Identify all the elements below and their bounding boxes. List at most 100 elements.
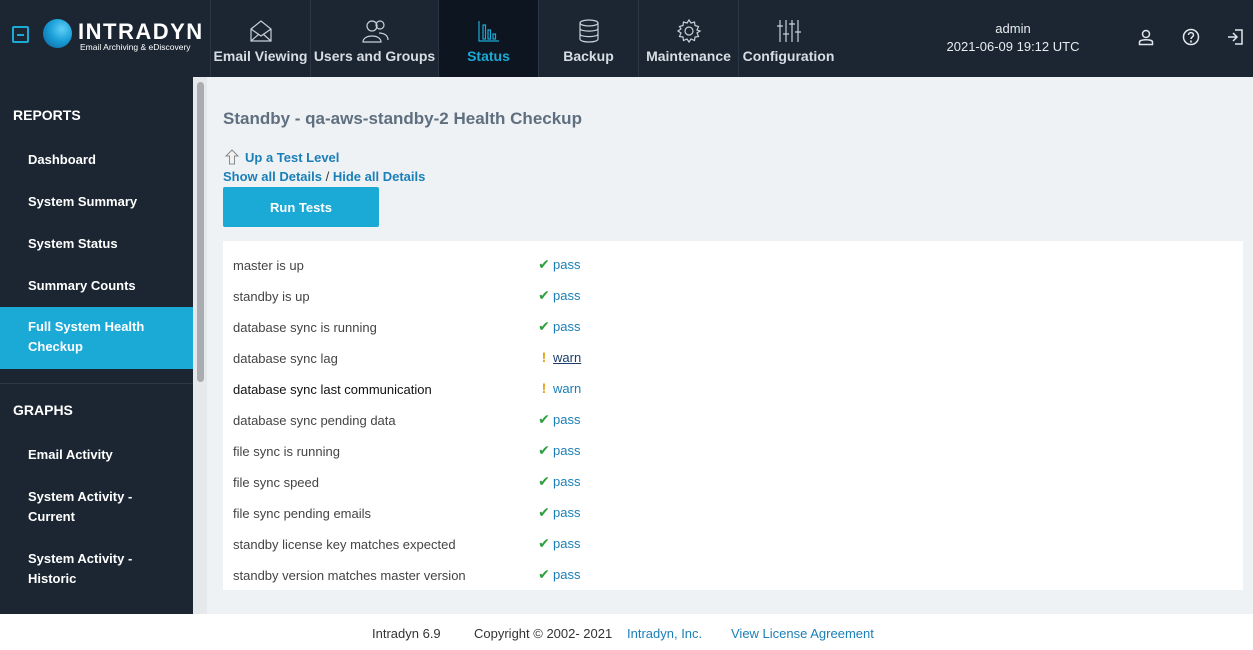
test-name: standby version matches master version	[233, 568, 466, 583]
nav-label: Configuration	[742, 48, 835, 64]
version-text: Intradyn 6.9	[372, 626, 441, 641]
help-icon[interactable]	[1180, 26, 1202, 48]
test-status[interactable]: ! warn	[537, 380, 582, 396]
gear-icon	[674, 17, 704, 45]
test-status[interactable]: ✔ pass	[537, 535, 580, 552]
hide-all-details-link[interactable]: Hide all Details	[333, 169, 425, 184]
checkmark-icon: ✔	[538, 411, 550, 427]
result-row: standby is up ✔ pass	[223, 276, 1243, 307]
warning-icon: !	[541, 380, 547, 396]
envelope-icon	[246, 17, 276, 45]
nav-label: Backup	[563, 48, 614, 64]
status-label: pass	[553, 443, 581, 458]
footer: Intradyn 6.9 Copyright © 2002- 2021 Intr…	[0, 614, 1253, 650]
status-label: pass	[553, 474, 581, 489]
nav-label: Status	[467, 48, 510, 64]
status-label: pass	[553, 319, 581, 334]
checkmark-icon: ✔	[538, 535, 550, 551]
test-name: master is up	[233, 258, 304, 273]
result-row: database sync is running ✔ pass	[223, 307, 1243, 338]
checkmark-icon: ✔	[538, 442, 550, 458]
checkmark-icon: ✔	[538, 504, 550, 520]
result-row: standby version matches master version ✔ p…	[223, 555, 1243, 586]
test-status[interactable]: ✔ pass	[537, 504, 580, 521]
result-row: file sync is running ✔ pass	[223, 431, 1243, 462]
license-agreement-link[interactable]: View License Agreement	[731, 626, 874, 641]
main-nav: Email Viewing Users and Groups Status Ba…	[210, 0, 838, 77]
up-arrow-icon	[223, 148, 241, 166]
status-label: warn	[553, 380, 582, 396]
current-datetime: 2021-06-09 19:12 UTC	[946, 39, 1080, 54]
test-name: file sync speed	[233, 475, 319, 490]
up-link-label: Up a Test Level	[245, 149, 340, 165]
sidebar-item-system-status[interactable]: System Status	[0, 234, 193, 254]
sidebar-item-system-activity-historic[interactable]: System Activity - Historic	[0, 549, 193, 589]
nav-configuration[interactable]: Configuration	[738, 0, 838, 77]
username: admin	[995, 21, 1031, 36]
menu-toggle-icon[interactable]	[12, 26, 29, 43]
nav-email-viewing[interactable]: Email Viewing	[210, 0, 310, 77]
test-status[interactable]: ✔ pass	[537, 411, 580, 428]
reports-heading: REPORTS	[13, 107, 81, 123]
sidebar-item-full-system-health-checkup[interactable]: Full System Health Checkup	[0, 307, 193, 369]
nav-maintenance[interactable]: Maintenance	[638, 0, 738, 77]
result-row: database sync last communication! warn	[223, 369, 1243, 400]
user-profile-icon[interactable]	[1135, 26, 1157, 48]
users-icon	[360, 17, 390, 45]
test-status[interactable]: ✔ pass	[537, 318, 580, 335]
results-table: master is up ✔ pass standby is up ✔ pass datab…	[223, 241, 1243, 590]
test-status[interactable]: ✔ pass	[537, 566, 580, 583]
sidebar: REPORTS Dashboard System Summary System …	[0, 77, 193, 614]
sidebar-item-system-activity-current[interactable]: System Activity - Current	[0, 487, 193, 527]
company-link[interactable]: Intradyn, Inc.	[627, 626, 702, 641]
result-row: master is up ✔ pass	[223, 245, 1243, 276]
checkmark-icon: ✔	[538, 256, 550, 272]
user-info: admin 2021-06-09 19:12 UTC	[918, 20, 1108, 56]
sidebar-divider	[0, 383, 193, 384]
test-status[interactable]: ✔ pass	[537, 256, 580, 273]
nav-label: Maintenance	[646, 48, 731, 64]
test-status[interactable]: ✔ pass	[537, 473, 580, 490]
status-label: warn	[553, 349, 582, 365]
nav-backup[interactable]: Backup	[538, 0, 638, 77]
brand-tagline: Email Archiving & eDiscovery	[80, 42, 191, 52]
show-all-details-link[interactable]: Show all Details	[223, 169, 322, 184]
separator: /	[325, 169, 330, 184]
logo-icon	[43, 19, 72, 48]
nav-users-and-groups[interactable]: Users and Groups	[310, 0, 438, 77]
detail-links: Show all Details / Hide all Details	[223, 169, 425, 184]
test-status[interactable]: ✔ pass	[537, 442, 580, 459]
up-a-test-level-link[interactable]: Up a Test Level	[223, 148, 339, 166]
copyright-text: Copyright © 2002- 2021	[474, 626, 613, 641]
sidebar-item-summary-counts[interactable]: Summary Counts	[0, 276, 193, 296]
test-name: standby is up	[233, 289, 310, 304]
status-label: pass	[553, 412, 581, 427]
sidebar-item-email-activity[interactable]: Email Activity	[0, 445, 193, 465]
top-bar: INTRADYN Email Archiving & eDiscovery Em…	[0, 0, 1253, 77]
test-status[interactable]: ✔ pass	[537, 287, 580, 304]
result-row: database sync pending data ✔ pass	[223, 400, 1243, 431]
status-label: pass	[553, 536, 581, 551]
sidebar-item-system-summary[interactable]: System Summary	[0, 192, 193, 212]
warning-icon: !	[541, 349, 547, 365]
page-title: Standby - qa-aws-standby-2 Health Checku…	[223, 109, 582, 128]
test-name: database sync pending data	[233, 413, 396, 428]
result-row: database sync lag! warn	[223, 338, 1243, 369]
test-name: standby license key matches expected	[233, 537, 456, 552]
run-tests-button[interactable]: Run Tests	[223, 187, 379, 227]
test-status[interactable]: ! warn	[537, 349, 582, 365]
sidebar-item-dashboard[interactable]: Dashboard	[0, 150, 193, 170]
status-label: pass	[553, 505, 581, 520]
logout-icon[interactable]	[1224, 26, 1246, 48]
nav-label: Email Viewing	[213, 48, 308, 64]
sidebar-item-label: Full System Health Checkup	[28, 319, 145, 354]
checkmark-icon: ✔	[538, 473, 550, 489]
test-name: file sync is running	[233, 444, 340, 459]
database-icon	[574, 17, 604, 45]
status-label: pass	[553, 288, 581, 303]
sidebar-scrollbar-thumb[interactable]	[197, 82, 204, 382]
test-name: file sync pending emails	[233, 506, 372, 521]
checkmark-icon: ✔	[538, 287, 550, 303]
nav-status[interactable]: Status	[438, 0, 538, 77]
test-name: database sync last communication	[233, 382, 432, 397]
